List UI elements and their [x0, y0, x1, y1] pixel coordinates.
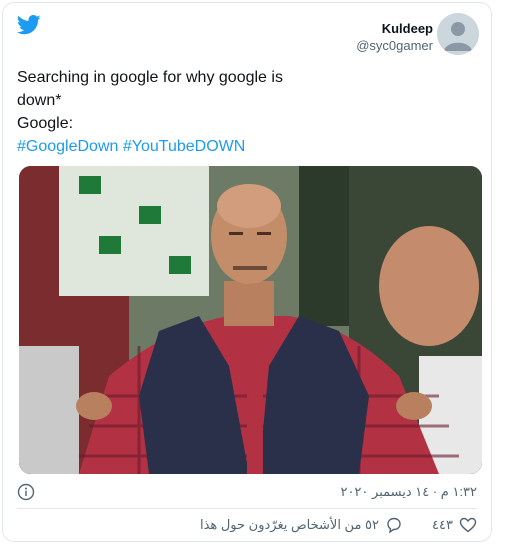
tweet-timestamp[interactable]: ١:٣٢ م · ١٤ ديسمبر ٢٠٢٠: [340, 484, 477, 500]
default-avatar-icon: [437, 13, 479, 55]
tweet-text-line: Google:: [17, 115, 74, 132]
like-button[interactable]: ٤٤٣: [432, 516, 477, 534]
tweet-text: Searching in google for why google is do…: [17, 66, 317, 158]
tweet-actions: ٤٤٣ ٥٢ من الأشخاص يغرّدون حول هذا: [17, 516, 477, 538]
tweet-photo[interactable]: [19, 166, 482, 474]
speech-bubble-icon: [387, 517, 401, 534]
info-icon[interactable]: [17, 483, 35, 501]
hashtag-link-youtubedown[interactable]: #YouTubeDOWN: [123, 138, 245, 155]
reply-button[interactable]: ٥٢ من الأشخاص يغرّدون حول هذا: [200, 516, 403, 534]
photo-man-in-crowd: [19, 166, 482, 474]
hashtag-link-googledown[interactable]: #GoogleDown: [17, 138, 118, 155]
reply-count-label: ٥٢ من الأشخاص يغرّدون حول هذا: [199, 517, 379, 532]
avatar[interactable]: [437, 13, 479, 55]
twitter-bird-icon[interactable]: [17, 15, 41, 35]
like-count: ٤٤٣: [432, 517, 453, 532]
author-display-name[interactable]: Kuldeep: [356, 21, 433, 37]
author-handle[interactable]: @syc0gamer: [356, 37, 433, 55]
tweet-meta-row: ١:٣٢ م · ١٤ ديسمبر ٢٠٢٠: [17, 483, 477, 503]
tweet-card[interactable]: Kuldeep @syc0gamer Searching in google f…: [2, 2, 492, 542]
author-block[interactable]: Kuldeep @syc0gamer: [356, 21, 433, 55]
tweet-text-line: down*: [17, 92, 62, 109]
heart-icon: [459, 517, 477, 533]
divider: [17, 508, 477, 509]
tweet-text-line: Searching in google for why google is: [17, 69, 283, 86]
hashtag-line: #GoogleDown #YouTubeDOWN: [17, 135, 317, 158]
